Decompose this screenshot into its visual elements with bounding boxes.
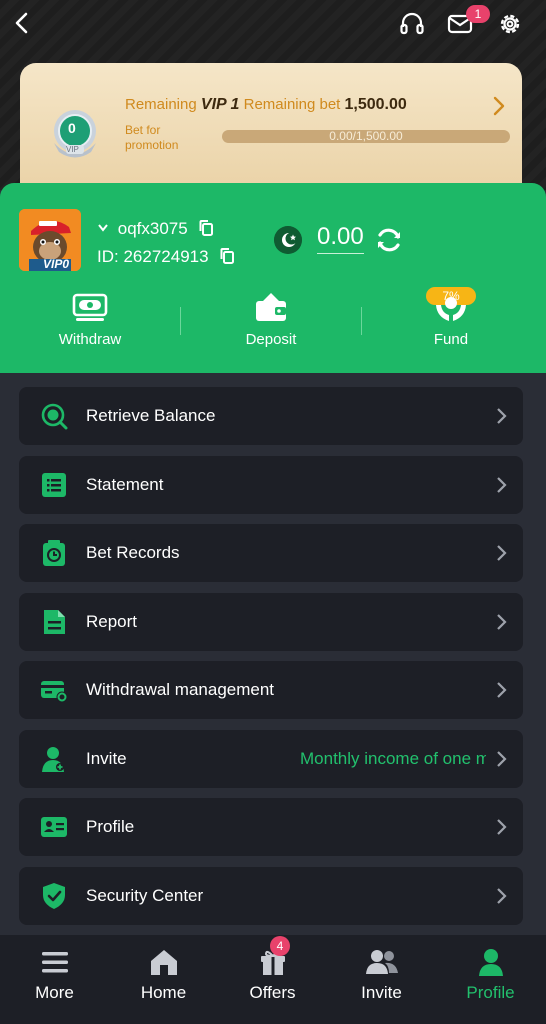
chevron-right-icon [497, 477, 507, 493]
profile-person-icon [478, 949, 503, 976]
bet-records-clock-icon [43, 540, 65, 566]
users-icon [365, 950, 398, 974]
nav-profile[interactable]: Profile [436, 935, 545, 1024]
nav-invite[interactable]: Invite [327, 935, 436, 1024]
menu-label: Report [86, 612, 138, 631]
chevron-right-icon[interactable] [490, 95, 508, 117]
chevron-right-icon [497, 614, 507, 630]
user-id-label: ID: [97, 247, 119, 266]
avatar-vip-tag: VIP0 [43, 257, 70, 271]
menu-label: Profile [86, 817, 135, 836]
account-panel: VIP0 oqfx3075 ID: 262724913 0.00 Withdra… [0, 183, 546, 373]
target-vip-level: VIP 1 [200, 96, 240, 113]
menu-item-profile[interactable]: Profile [19, 798, 523, 856]
menu-item-retrieve-balance[interactable]: Retrieve Balance [19, 387, 523, 445]
deposit-button[interactable]: Deposit [211, 291, 331, 348]
menu-item-report[interactable]: Report [19, 593, 523, 651]
top-bar: 1 0 VIP Remaining VIP 1 Remaining bet 1,… [0, 0, 546, 195]
vip-progress-card[interactable]: 0 VIP Remaining VIP 1 Remaining bet 1,50… [20, 63, 522, 195]
chevron-right-icon [497, 819, 507, 835]
nav-label: Home [140, 983, 187, 1002]
menu-item-security-center[interactable]: Security Center [19, 867, 523, 925]
nav-offers[interactable]: 4 Offers [218, 935, 327, 1024]
fund-button[interactable]: Fund [391, 291, 511, 348]
nav-more[interactable]: More [0, 935, 109, 1024]
menu-hamburger-icon [41, 952, 68, 973]
action-divider [180, 307, 181, 335]
back-arrow-icon[interactable] [10, 10, 36, 36]
menu-label: Security Center [86, 886, 204, 905]
fund-hands-icon [436, 297, 466, 321]
security-shield-icon [43, 883, 65, 909]
nav-label: More [35, 983, 74, 1002]
nav-label: Invite [361, 983, 402, 1002]
menu-label: Bet Records [86, 543, 180, 562]
wallet-balance: 0.00 [317, 223, 364, 254]
nav-label: Profile [466, 983, 515, 1002]
copy-id-icon[interactable] [219, 247, 235, 265]
deposit-wallet-icon [256, 293, 286, 321]
username-row: oqfx3075 [97, 219, 214, 239]
invite-user-icon [42, 747, 64, 772]
report-document-icon [44, 610, 65, 634]
home-icon [150, 950, 177, 975]
remaining-prefix: Remaining [125, 96, 197, 113]
menu-item-invite[interactable]: Invite Monthly income of one m [19, 730, 523, 788]
vip-medal-tag: VIP [66, 145, 79, 154]
chevron-down-icon[interactable] [97, 223, 109, 233]
withdraw-button[interactable]: Withdraw [30, 291, 150, 348]
menu-label: Withdrawal management [86, 680, 275, 699]
username: oqfx3075 [117, 219, 188, 238]
pakistan-flag-icon [274, 226, 302, 254]
card-settings-icon [41, 681, 68, 703]
remaining-bet-amount: 1,500.00 [344, 96, 407, 113]
fund-label: Fund [433, 331, 469, 348]
chevron-right-icon [497, 751, 507, 767]
deposit-label: Deposit [245, 331, 297, 348]
withdraw-icon [72, 293, 108, 321]
chevron-right-icon [497, 408, 507, 424]
withdraw-label: Withdraw [58, 331, 122, 348]
menu-item-bet-records[interactable]: Bet Records [19, 524, 523, 582]
vip-remaining-text: Remaining VIP 1 Remaining bet 1,500.00 [125, 96, 407, 114]
retrieve-balance-icon [41, 403, 68, 430]
remaining-bet-label: Remaining bet [243, 96, 341, 113]
chevron-right-icon [497, 682, 507, 698]
chevron-right-icon [497, 888, 507, 904]
menu-label: Retrieve Balance [86, 406, 216, 425]
bottom-navigation: More Home 4 Offers Invite Profile [0, 935, 546, 1024]
chevron-right-icon [497, 545, 507, 561]
menu-item-withdrawal-management[interactable]: Withdrawal management [19, 661, 523, 719]
offers-badge: 4 [270, 936, 290, 956]
avatar[interactable]: VIP0 [19, 209, 81, 271]
menu-label: Statement [86, 475, 164, 494]
vip-medal-level: 0 [68, 120, 76, 136]
headset-icon[interactable] [398, 10, 426, 38]
copy-username-icon[interactable] [198, 219, 214, 237]
mail-badge: 1 [466, 5, 490, 23]
statement-list-icon [42, 473, 66, 497]
menu-label: Invite [86, 749, 127, 768]
user-id-row: ID: 262724913 [97, 247, 235, 267]
vip-progress-bar: 0.00/1,500.00 [222, 130, 510, 143]
settings-gear-icon[interactable] [496, 10, 524, 38]
vip-progress-text: 0.00/1,500.00 [329, 129, 403, 143]
refresh-icon[interactable] [374, 225, 404, 255]
menu-item-statement[interactable]: Statement [19, 456, 523, 514]
invite-promo-text: Monthly income of one m [300, 749, 486, 768]
action-divider [361, 307, 362, 335]
nav-label: Offers [249, 983, 296, 1002]
user-id-value: 262724913 [123, 247, 209, 266]
bet-for-promotion-label: Bet for promotion [125, 123, 179, 152]
nav-home[interactable]: Home [109, 935, 218, 1024]
profile-card-icon [41, 817, 67, 837]
